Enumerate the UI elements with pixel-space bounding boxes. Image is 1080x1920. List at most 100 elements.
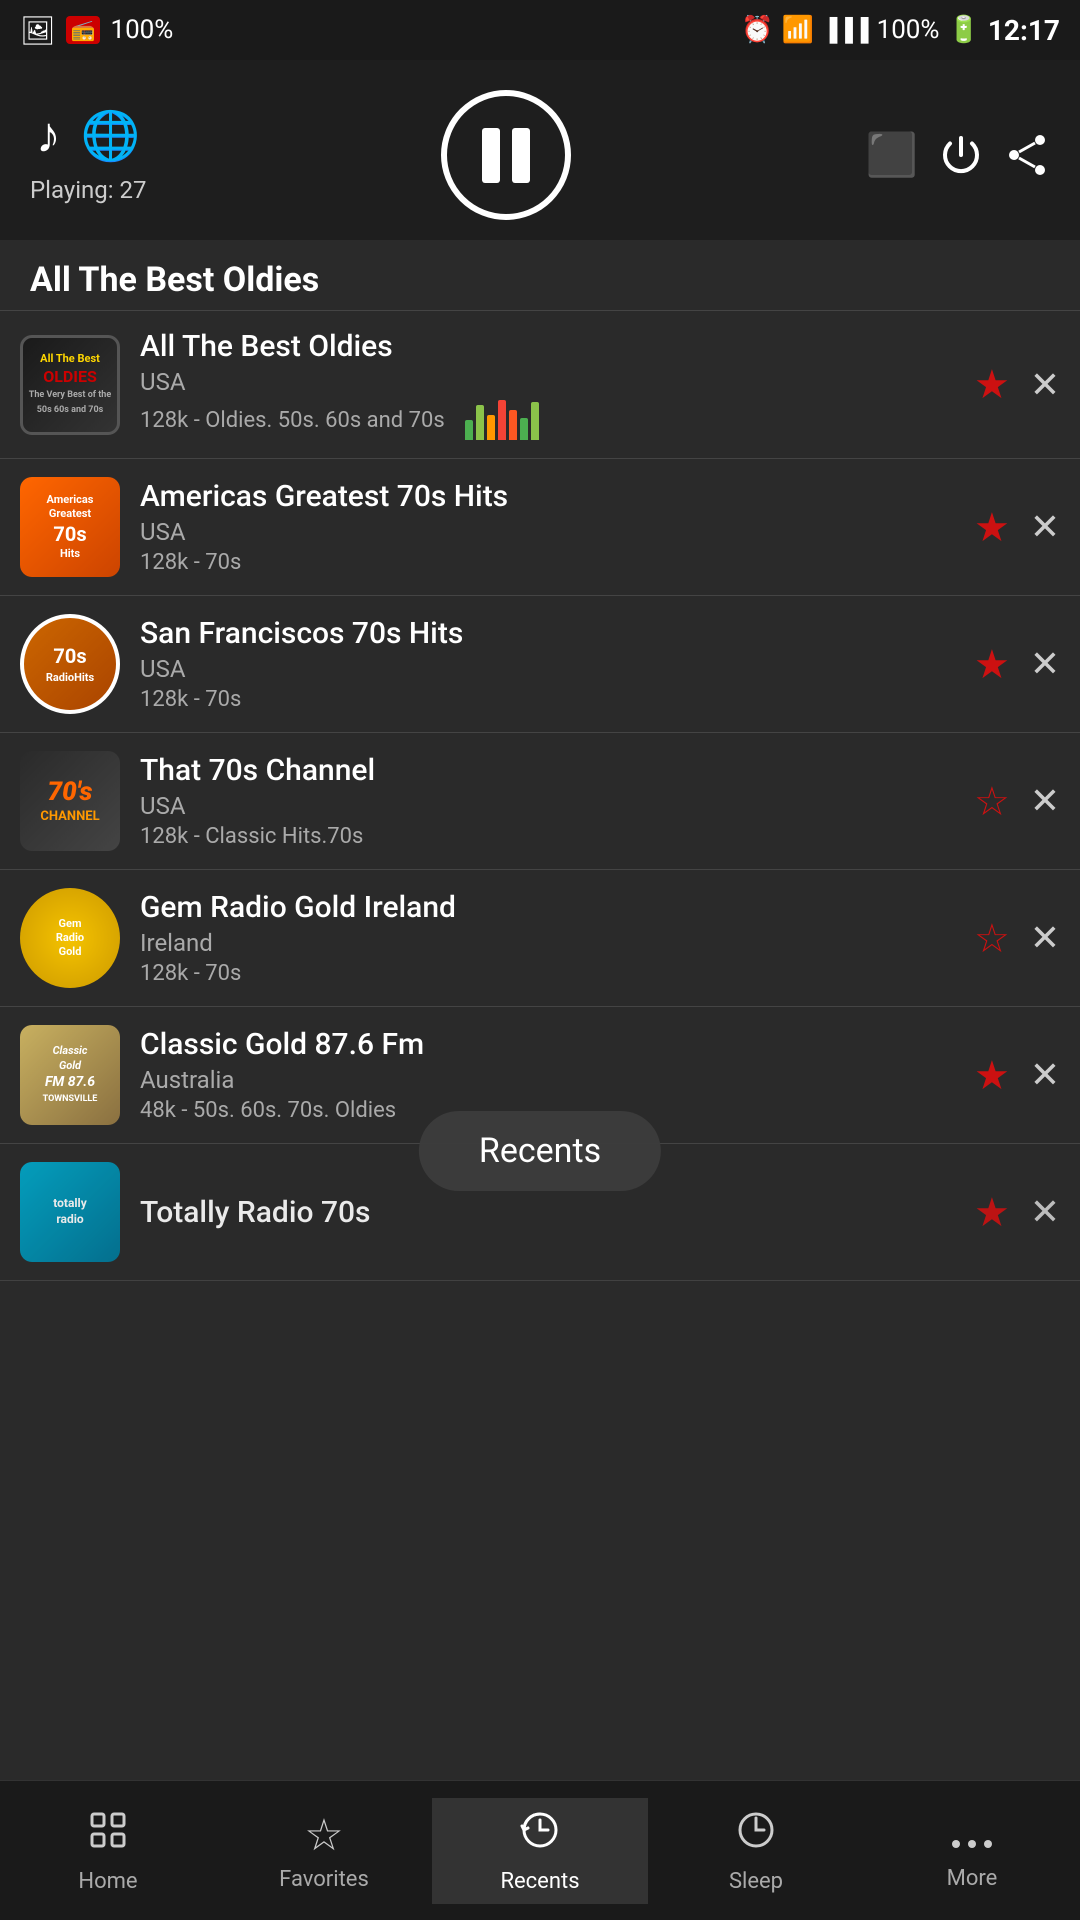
station-actions: ★ ✕ <box>974 641 1060 688</box>
sleep-label: Sleep <box>729 1869 783 1894</box>
station-details: 128k - Oldies. 50s. 60s and 70s <box>140 408 445 433</box>
pause-button[interactable] <box>441 90 571 220</box>
nav-item-favorites[interactable]: ☆ Favorites <box>216 1799 432 1902</box>
status-right: ⏰ 📶 ▐▐▐ 100% 🔋 12:17 <box>741 14 1060 47</box>
station-info: Classic Gold 87.6 Fm Australia 48k - 50s… <box>140 1027 974 1123</box>
nav-item-sleep[interactable]: Sleep <box>648 1798 864 1904</box>
favorite-button[interactable]: ★ <box>974 1189 1010 1236</box>
favorite-button[interactable]: ★ <box>974 641 1010 688</box>
station-country: USA <box>140 655 974 683</box>
alarm-icon: ⏰ <box>741 15 773 45</box>
nav-item-more[interactable]: More <box>864 1801 1080 1901</box>
status-left: 🖼 📻 100% <box>20 14 173 47</box>
section-title: All The Best Oldies <box>0 240 1080 310</box>
nav-item-home[interactable]: Home <box>0 1798 216 1904</box>
music-note-button[interactable]: ♪ <box>36 106 61 164</box>
player-right-icons: ⬛ <box>866 131 1050 180</box>
status-bar: 🖼 📻 100% ⏰ 📶 ▐▐▐ 100% 🔋 12:17 <box>0 0 1080 60</box>
pause-icon <box>482 128 530 183</box>
station-details: 128k - 70s <box>140 687 974 712</box>
station-actions: ★ ✕ <box>974 504 1060 551</box>
player-center <box>441 90 571 220</box>
station-name: That 70s Channel <box>140 753 974 788</box>
station-logo: 70'sCHANNEL <box>20 751 120 851</box>
radio-item[interactable]: 70'sCHANNEL That 70s Channel USA 128k - … <box>0 733 1080 870</box>
app-icon: 📻 <box>66 16 101 44</box>
playing-label: Playing: 27 <box>30 176 147 204</box>
radio-item[interactable]: GemRadioGold Gem Radio Gold Ireland Irel… <box>0 870 1080 1007</box>
radio-item[interactable]: 70sRadioHits San Franciscos 70s Hits USA… <box>0 596 1080 733</box>
station-actions: ☆ ✕ <box>974 778 1060 825</box>
station-actions: ☆ ✕ <box>974 915 1060 962</box>
station-details: 128k - 70s <box>140 550 974 575</box>
favorite-button[interactable]: ★ <box>974 361 1010 408</box>
radio-item[interactable]: All The BestOLDIESThe Very Best of the 5… <box>0 311 1080 459</box>
recents-tooltip: Recents <box>419 1111 661 1191</box>
station-info: San Franciscos 70s Hits USA 128k - 70s <box>140 616 974 712</box>
home-label: Home <box>78 1869 137 1894</box>
remove-button[interactable]: ✕ <box>1030 1054 1060 1096</box>
station-actions: ★ ✕ <box>974 1189 1060 1236</box>
stop-button[interactable]: ⬛ <box>866 131 918 180</box>
battery-icon: 🔋 <box>947 15 979 45</box>
station-info: That 70s Channel USA 128k - Classic Hits… <box>140 753 974 849</box>
station-country: USA <box>140 518 974 546</box>
bottom-nav: Home ☆ Favorites Recents Sleep <box>0 1780 1080 1920</box>
station-name: Totally Radio 70s <box>140 1195 974 1230</box>
favorite-button[interactable]: ★ <box>974 1052 1010 1099</box>
favorite-button[interactable]: ☆ <box>974 778 1010 825</box>
notification-count: 100% <box>110 15 173 45</box>
station-details: 128k - Classic Hits.70s <box>140 824 974 849</box>
station-logo: AmericasGreatest70sHits <box>20 477 120 577</box>
station-info: Americas Greatest 70s Hits USA 128k - 70… <box>140 479 974 575</box>
station-info: Gem Radio Gold Ireland Ireland 128k - 70… <box>140 890 974 986</box>
nav-item-recents[interactable]: Recents <box>432 1798 648 1904</box>
station-country: USA <box>140 368 974 396</box>
favorites-label: Favorites <box>279 1867 369 1892</box>
share-button[interactable] <box>1004 132 1050 178</box>
remove-button[interactable]: ✕ <box>1030 917 1060 959</box>
station-info: All The Best Oldies USA 128k - Oldies. 5… <box>140 329 974 440</box>
home-icon <box>86 1808 130 1863</box>
station-name: Classic Gold 87.6 Fm <box>140 1027 974 1062</box>
station-country: Ireland <box>140 929 974 957</box>
battery-percent: 100% <box>877 15 940 45</box>
radio-item[interactable]: AmericasGreatest70sHits Americas Greates… <box>0 459 1080 596</box>
station-country: Australia <box>140 1066 974 1094</box>
sleep-icon <box>734 1808 778 1863</box>
favorite-button[interactable]: ★ <box>974 504 1010 551</box>
station-name: All The Best Oldies <box>140 329 974 364</box>
recents-icon <box>518 1808 562 1863</box>
station-name: Gem Radio Gold Ireland <box>140 890 974 925</box>
remove-button[interactable]: ✕ <box>1030 364 1060 406</box>
station-details: 128k - 70s <box>140 961 974 986</box>
station-logo: All The BestOLDIESThe Very Best of the 5… <box>20 335 120 435</box>
station-actions: ★ ✕ <box>974 1052 1060 1099</box>
photo-icon: 🖼 <box>20 14 56 47</box>
station-actions: ★ ✕ <box>974 361 1060 408</box>
station-logo: ClassicGoldFM 87.6TOWNSVILLE <box>20 1025 120 1125</box>
main-content: All The BestOLDIESThe Very Best of the 5… <box>0 311 1080 1431</box>
signal-icon: ▐▐▐ <box>822 17 869 43</box>
station-name: Americas Greatest 70s Hits <box>140 479 974 514</box>
favorite-button[interactable]: ☆ <box>974 915 1010 962</box>
remove-button[interactable]: ✕ <box>1030 506 1060 548</box>
player-controls-row: ♪ 🌐 Playing: 27 ⬛ <box>30 90 1050 220</box>
remove-button[interactable]: ✕ <box>1030 780 1060 822</box>
more-label: More <box>947 1866 998 1891</box>
power-button[interactable] <box>938 132 984 178</box>
remove-button[interactable]: ✕ <box>1030 1191 1060 1233</box>
station-logo: 70sRadioHits <box>20 614 120 714</box>
remove-button[interactable]: ✕ <box>1030 643 1060 685</box>
recents-label: Recents <box>500 1869 579 1894</box>
favorites-icon: ☆ <box>304 1809 343 1861</box>
station-logo: GemRadioGold <box>20 888 120 988</box>
more-icon <box>950 1811 994 1860</box>
globe-button[interactable]: 🌐 <box>81 107 141 164</box>
player-left-icons: ♪ 🌐 Playing: 27 <box>30 106 147 204</box>
time-display: 12:17 <box>988 14 1060 47</box>
station-country: USA <box>140 792 974 820</box>
wifi-icon: 📶 <box>781 15 813 45</box>
equalizer <box>465 400 539 440</box>
station-info: Totally Radio 70s <box>140 1195 974 1230</box>
